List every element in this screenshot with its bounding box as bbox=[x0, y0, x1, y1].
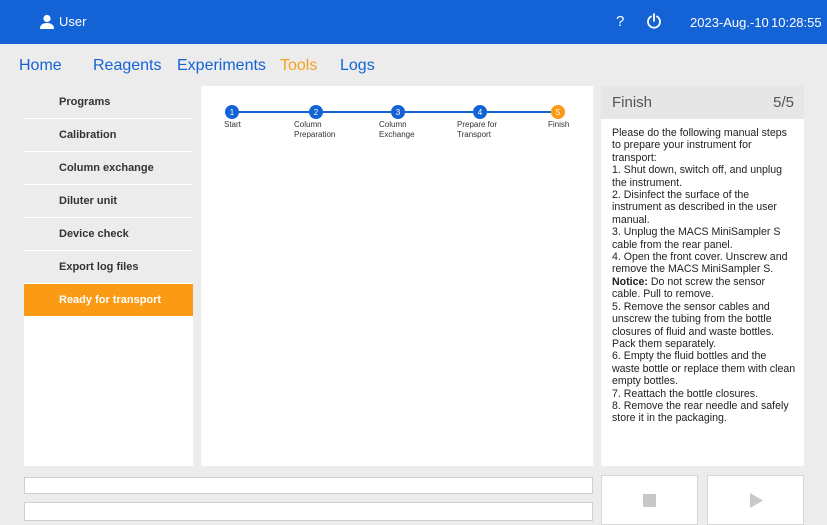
step-label-line: Start bbox=[224, 120, 241, 129]
progress-stepper: 1 2 3 4 5 Start Column Preparation Colum… bbox=[201, 86, 593, 156]
step-5-dot: 5 bbox=[551, 105, 565, 119]
finish-header: Finish 5/5 bbox=[601, 86, 804, 119]
sidebar-item-programs[interactable]: Programs bbox=[24, 86, 193, 119]
notice-label: Notice: bbox=[612, 275, 648, 288]
sidebar-item-diluter-unit[interactable]: Diluter unit bbox=[24, 185, 193, 218]
wizard-main-area: 1 2 3 4 5 Start Column Preparation Colum… bbox=[201, 86, 593, 466]
date-display: 2023-Aug.-10 bbox=[690, 15, 769, 30]
stepper-connector bbox=[487, 111, 551, 113]
main-nav: Home Reagents Experiments Tools Logs bbox=[0, 44, 827, 78]
play-button[interactable] bbox=[707, 475, 804, 525]
instruction-step: 6. Empty the fluid bottles and the waste… bbox=[612, 350, 796, 388]
stepper-connector bbox=[405, 111, 473, 113]
power-icon[interactable] bbox=[646, 13, 662, 29]
step-label-line: Column bbox=[379, 120, 407, 129]
help-icon[interactable]: ? bbox=[616, 13, 624, 30]
nav-home[interactable]: Home bbox=[19, 57, 62, 75]
instruction-step: 1. Shut down, switch off, and unplug the… bbox=[612, 164, 783, 189]
finish-title: Finish bbox=[612, 94, 653, 111]
instruction-step: 2. Disinfect the surface of the instrume… bbox=[612, 189, 777, 226]
instruction-step: 5. Remove the sensor cables and unscrew … bbox=[612, 300, 774, 350]
top-bar: User ? 2023-Aug.-10 10:28:55 bbox=[0, 0, 827, 44]
stop-icon bbox=[643, 493, 656, 507]
sidebar-item-ready-for-transport[interactable]: Ready for transport bbox=[24, 284, 193, 317]
step-label-line: Preparation bbox=[294, 130, 336, 139]
message-field bbox=[24, 502, 593, 521]
sidebar-item-calibration[interactable]: Calibration bbox=[24, 119, 193, 152]
step-1-label: Start bbox=[224, 120, 241, 130]
tools-sidebar: Programs Calibration Column exchange Dil… bbox=[24, 86, 193, 466]
time-display: 10:28:55 bbox=[771, 15, 822, 30]
instruction-step: 7. Reattach the bottle closures. bbox=[612, 387, 759, 400]
step-5-label: Finish bbox=[548, 120, 569, 130]
step-2-label: Column Preparation bbox=[294, 120, 335, 140]
sidebar-item-device-check[interactable]: Device check bbox=[24, 218, 193, 251]
step-label-line: Transport bbox=[457, 130, 491, 139]
step-label-line: Column bbox=[294, 120, 322, 129]
step-label-line: Prepare for bbox=[457, 120, 498, 129]
stop-button[interactable] bbox=[601, 475, 698, 525]
nav-experiments[interactable]: Experiments bbox=[177, 57, 266, 75]
step-2-dot: 2 bbox=[309, 105, 323, 119]
user-icon[interactable] bbox=[39, 14, 55, 30]
instruction-notice: Notice: Do not screw the sensor cable. P… bbox=[612, 276, 796, 301]
sidebar-item-column-exchange[interactable]: Column exchange bbox=[24, 152, 193, 185]
step-label-line: Exchange bbox=[379, 130, 415, 139]
step-label-line: Finish bbox=[548, 120, 570, 129]
instruction-step: 8. Remove the rear needle and safely sto… bbox=[612, 399, 789, 425]
step-counter: 5/5 bbox=[773, 94, 794, 111]
status-field bbox=[24, 477, 593, 494]
finish-panel: Finish 5/5 Please do the following manua… bbox=[601, 86, 804, 466]
nav-reagents[interactable]: Reagents bbox=[93, 57, 162, 75]
step-4-dot: 4 bbox=[473, 105, 487, 119]
step-4-label: Prepare for Transport bbox=[457, 120, 497, 140]
user-label[interactable]: User bbox=[59, 14, 86, 29]
instructions-text: Please do the following manual steps to … bbox=[601, 119, 804, 425]
stepper-connector bbox=[323, 111, 391, 113]
step-3-label: Column Exchange bbox=[379, 120, 415, 140]
step-3-dot: 3 bbox=[391, 105, 405, 119]
step-1-dot: 1 bbox=[225, 105, 239, 119]
instructions-intro: Please do the following manual steps to … bbox=[612, 127, 787, 164]
stepper-connector bbox=[239, 111, 309, 113]
instruction-step: 4. Open the front cover. Unscrew and rem… bbox=[612, 251, 788, 276]
instruction-step: 3. Unplug the MACS MiniSampler S cable f… bbox=[612, 226, 781, 251]
play-icon bbox=[749, 492, 763, 508]
nav-tools[interactable]: Tools bbox=[280, 57, 317, 75]
sidebar-item-export-log-files[interactable]: Export log files bbox=[24, 251, 193, 284]
nav-logs[interactable]: Logs bbox=[340, 57, 375, 75]
